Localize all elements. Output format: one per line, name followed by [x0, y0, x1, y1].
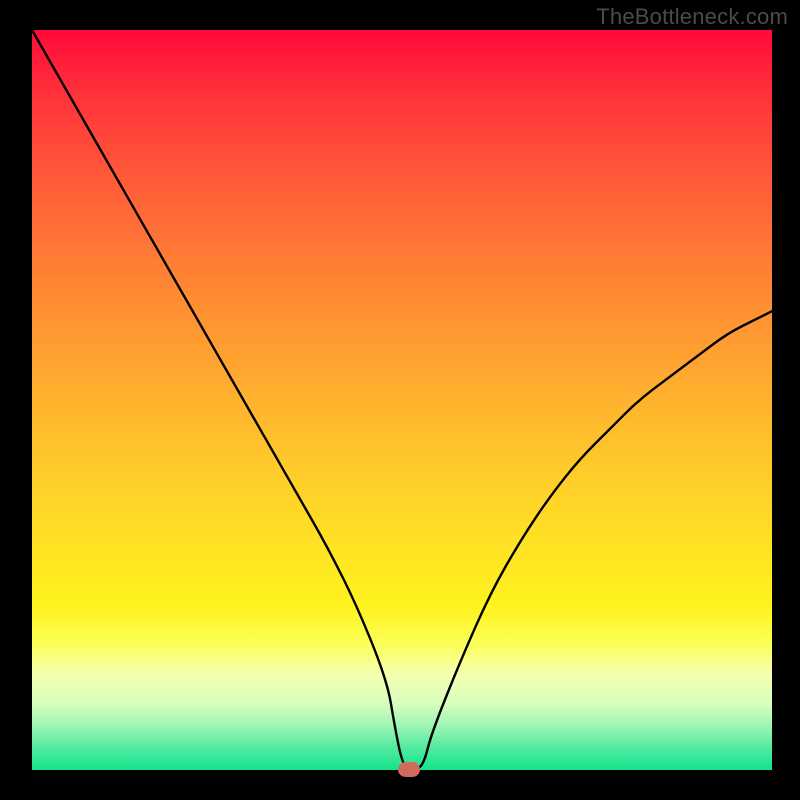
optimal-point-marker	[398, 762, 420, 777]
chart-container: TheBottleneck.com	[0, 0, 800, 800]
bottleneck-curve	[32, 30, 772, 770]
watermark-text: TheBottleneck.com	[596, 4, 788, 30]
